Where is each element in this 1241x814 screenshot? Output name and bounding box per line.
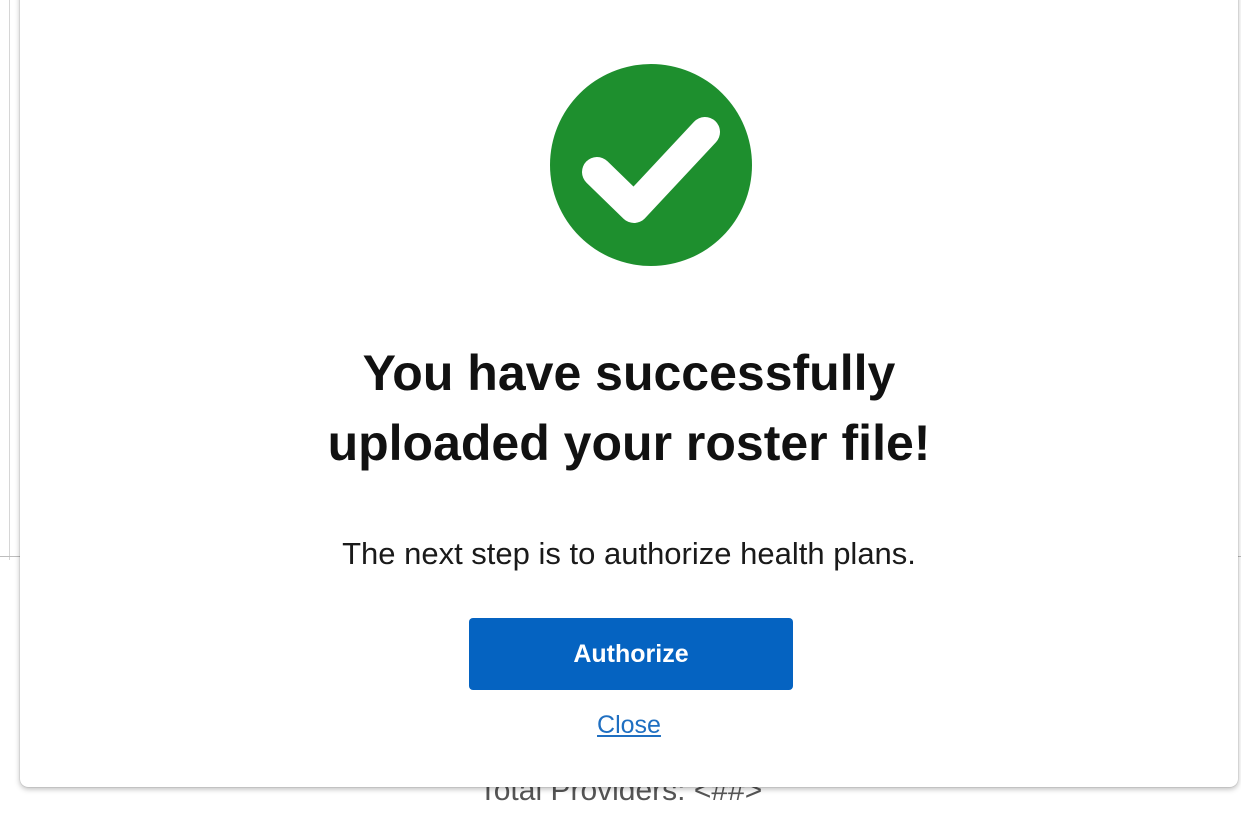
- modal-title: You have successfully uploaded your rost…: [20, 338, 1238, 478]
- authorize-button[interactable]: Authorize: [469, 618, 793, 690]
- close-link[interactable]: Close: [597, 711, 661, 739]
- backdrop-rule-left: [0, 556, 20, 557]
- close-link-container: Close: [20, 710, 1238, 740]
- upload-success-modal: You have successfully uploaded your rost…: [20, 0, 1238, 787]
- check-circle-icon: [550, 64, 752, 266]
- modal-title-line-1: You have successfully: [362, 345, 896, 401]
- modal-message: The next step is to authorize health pla…: [342, 536, 916, 571]
- page: Total Providers: <##> You have successfu…: [0, 0, 1241, 814]
- backdrop-divider: [9, 0, 10, 560]
- modal-title-line-2: uploaded your roster file!: [327, 415, 931, 471]
